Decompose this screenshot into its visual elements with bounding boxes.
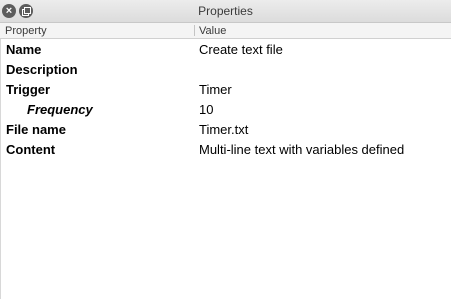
property-value[interactable]: Create text file <box>199 40 283 60</box>
column-header-value[interactable]: Value <box>199 23 226 38</box>
property-row-frequency[interactable]: Frequency 10 <box>0 100 451 120</box>
property-value[interactable]: Multi-line text with variables defined <box>199 140 404 160</box>
property-key: File name <box>6 122 66 137</box>
property-key: Trigger <box>6 82 51 97</box>
property-value[interactable]: 10 <box>199 100 213 120</box>
table-header: Property Value <box>0 23 451 39</box>
column-divider[interactable] <box>194 25 195 36</box>
property-row-name[interactable]: Name Create text file <box>0 40 451 60</box>
property-key: Content <box>6 142 56 157</box>
column-header-property[interactable]: Property <box>5 23 47 38</box>
property-key: Description <box>6 62 78 77</box>
property-row-description[interactable]: Description <box>0 60 451 80</box>
property-row-trigger[interactable]: Trigger Timer <box>0 80 451 100</box>
property-key: Frequency <box>27 102 93 117</box>
property-key: Name <box>6 42 42 57</box>
property-value[interactable]: Timer.txt <box>199 120 248 140</box>
property-row-content[interactable]: Content Multi-line text with variables d… <box>0 140 451 160</box>
panel-titlebar: × Properties <box>0 0 451 23</box>
panel-title: Properties <box>198 4 253 18</box>
property-value[interactable]: Timer <box>199 80 232 100</box>
property-row-file-name[interactable]: File name Timer.txt <box>0 120 451 140</box>
